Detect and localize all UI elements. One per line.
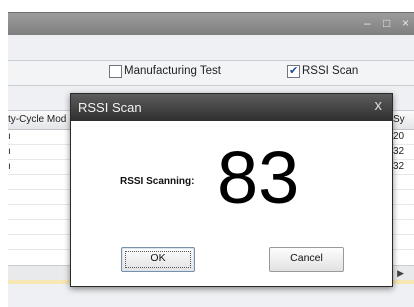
cancel-button[interactable]: Cancel	[269, 247, 344, 272]
main-window-titlebar: – □ ×	[8, 12, 414, 35]
checkmark-icon: ✔	[289, 65, 299, 77]
column-header-duty-cycle[interactable]: ty-Cycle Mod	[8, 111, 73, 130]
maximize-icon[interactable]: □	[383, 16, 390, 30]
table-cell: ı	[8, 161, 11, 172]
table-cell: ı	[8, 131, 11, 142]
manufacturing-test-label[interactable]: Manufacturing Test	[124, 64, 221, 78]
table-cell: 32	[393, 146, 405, 157]
rssi-value-readout: 83	[217, 136, 300, 219]
rssi-scan-checkbox[interactable]: ✔	[287, 65, 300, 78]
dialog-close-icon[interactable]: x	[375, 97, 383, 115]
column-header-sy[interactable]: Sy	[391, 111, 414, 130]
dialog-title: RSSI Scan	[78, 100, 142, 115]
scroll-right-icon[interactable]: ▶	[397, 268, 404, 279]
cancel-button-label: Cancel	[290, 252, 323, 264]
table-cell: 20	[393, 131, 405, 142]
rssi-scan-label[interactable]: RSSI Scan	[302, 64, 358, 78]
table-cell: ı	[8, 146, 11, 157]
minimize-icon[interactable]: –	[364, 16, 371, 30]
dialog-titlebar: RSSI Scan x	[71, 94, 392, 121]
focus-indicator	[125, 251, 191, 268]
rssi-scanning-label: RSSI Scanning:	[120, 176, 195, 187]
table-cell: 32	[393, 161, 405, 172]
ok-button[interactable]: OK	[121, 247, 195, 272]
close-icon[interactable]: ×	[402, 16, 409, 30]
manufacturing-test-checkbox[interactable]	[109, 65, 122, 78]
rssi-scan-dialog: RSSI Scan x RSSI Scanning: 83 OK Cancel	[70, 93, 393, 287]
